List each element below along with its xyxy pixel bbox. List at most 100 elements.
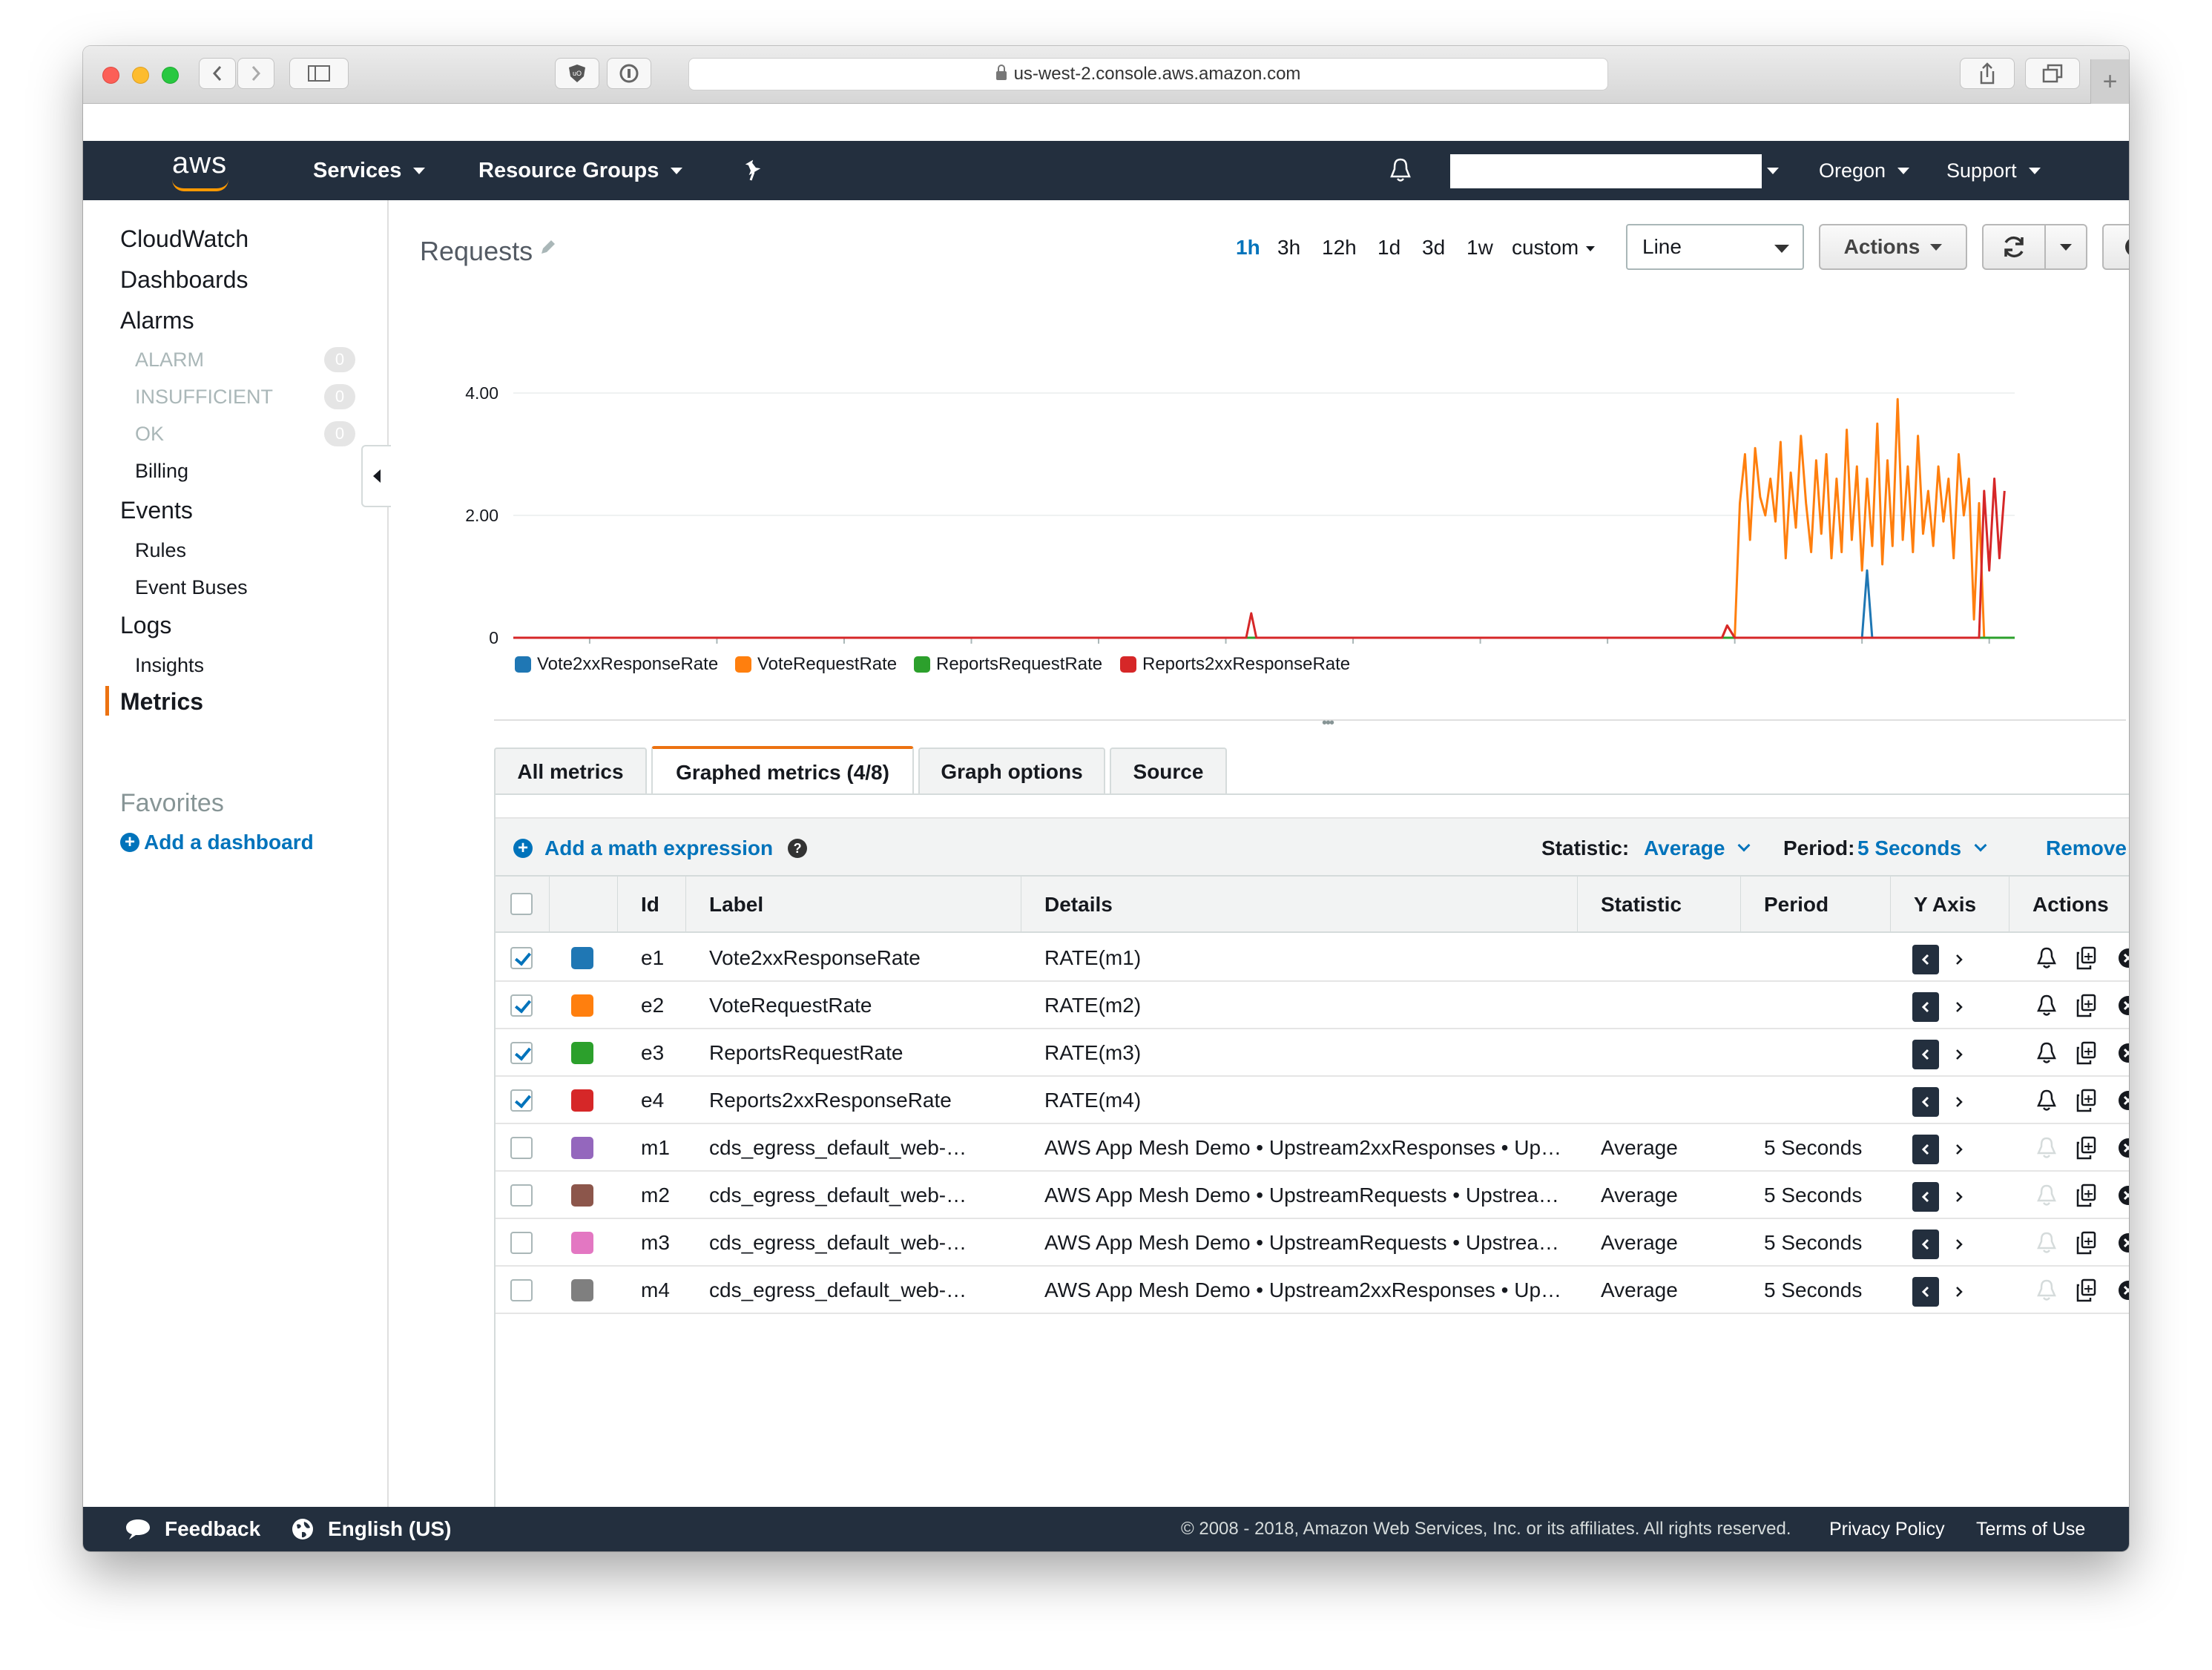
sidebar-item-insights[interactable]: Insights — [135, 654, 204, 677]
row-label[interactable]: Vote2xxResponseRate — [709, 934, 1006, 982]
row-label[interactable]: Reports2xxResponseRate — [709, 1077, 1006, 1124]
duplicate-button[interactable] — [2074, 945, 2099, 971]
row-id[interactable]: m2 — [641, 1172, 670, 1219]
sidebar-item-rules[interactable]: Rules — [135, 539, 186, 562]
create-alarm-button[interactable] — [2034, 1182, 2059, 1209]
table-row[interactable]: e3 ReportsRequestRate RATE(m3) — [496, 1029, 2129, 1077]
row-period[interactable]: 5 Seconds — [1764, 1172, 1862, 1219]
table-row[interactable]: m4 cds_egress_default_web-… AWS App Mesh D… — [496, 1267, 2129, 1314]
sidebar-item-events[interactable]: Events — [120, 497, 193, 524]
y-axis-left-button[interactable] — [1912, 1182, 1939, 1212]
select-all-checkbox[interactable] — [510, 893, 533, 915]
create-alarm-button[interactable] — [2034, 1087, 2059, 1114]
create-alarm-button[interactable] — [2034, 1135, 2059, 1161]
row-checkbox[interactable] — [510, 1042, 533, 1064]
y-axis-right-button[interactable] — [1953, 1046, 1965, 1063]
y-axis-left-button[interactable] — [1912, 1135, 1939, 1164]
row-period[interactable]: 5 Seconds — [1764, 1124, 1862, 1172]
duplicate-button[interactable] — [2074, 1182, 2099, 1209]
table-row[interactable]: e1 Vote2xxResponseRate RATE(m1) — [496, 934, 2129, 982]
y-axis-left-button[interactable] — [1912, 1040, 1939, 1069]
duplicate-button[interactable] — [2074, 1040, 2099, 1066]
ublock-extension-button[interactable]: uO — [555, 58, 599, 89]
tab-graph-options[interactable]: Graph options — [918, 747, 1105, 795]
tab-graphed-metrics[interactable]: Graphed metrics (4/8) — [651, 746, 914, 796]
series-color-swatch[interactable] — [571, 994, 593, 1017]
row-label[interactable]: cds_egress_default_web-… — [709, 1172, 1006, 1219]
address-bar[interactable]: us-west-2.console.aws.amazon.com — [688, 58, 1608, 90]
resource-groups-menu[interactable]: Resource Groups — [478, 141, 683, 200]
row-checkbox[interactable] — [510, 1089, 533, 1112]
row-checkbox[interactable] — [510, 1137, 533, 1159]
sidebar-item-billing[interactable]: Billing — [135, 460, 188, 483]
row-id[interactable]: m4 — [641, 1267, 670, 1314]
privacy-policy-link[interactable]: Privacy Policy — [1829, 1507, 1945, 1551]
legend-item[interactable]: ReportsRequestRate — [914, 654, 1102, 675]
row-id[interactable]: e3 — [641, 1029, 664, 1077]
column-header-statistic[interactable]: Statistic — [1601, 877, 1682, 933]
create-alarm-button[interactable] — [2034, 945, 2059, 971]
forward-button[interactable] — [237, 58, 274, 89]
duplicate-button[interactable] — [2074, 1277, 2099, 1304]
row-statistic[interactable]: Average — [1601, 1219, 1678, 1267]
y-axis-right-button[interactable] — [1953, 1188, 1965, 1206]
tabs-overview-button[interactable] — [2025, 58, 2080, 89]
password-extension-button[interactable] — [607, 58, 651, 89]
row-checkbox[interactable] — [510, 947, 533, 969]
column-header-id[interactable]: Id — [641, 877, 659, 933]
terms-of-use-link[interactable]: Terms of Use — [1976, 1507, 2085, 1551]
row-checkbox[interactable] — [510, 1279, 533, 1301]
account-dropdown-button[interactable] — [1767, 141, 1779, 200]
row-details[interactable]: RATE(m2) — [1044, 982, 1571, 1029]
zoom-window-button[interactable] — [162, 67, 179, 84]
duplicate-button[interactable] — [2074, 1230, 2099, 1256]
series-color-swatch[interactable] — [571, 1137, 593, 1159]
pin-button[interactable] — [742, 141, 764, 200]
row-label[interactable]: VoteRequestRate — [709, 982, 1006, 1029]
row-id[interactable]: m1 — [641, 1124, 670, 1172]
series-color-swatch[interactable] — [571, 1089, 593, 1112]
resize-divider[interactable] — [494, 719, 2126, 721]
remove-metric-button[interactable] — [2116, 1040, 2129, 1066]
y-axis-right-button[interactable] — [1953, 951, 1965, 968]
remove-metric-button[interactable] — [2116, 1182, 2129, 1209]
back-button[interactable] — [199, 58, 236, 89]
column-header-period[interactable]: Period — [1764, 877, 1828, 933]
row-details[interactable]: AWS App Mesh Demo • Upstream2xxResponses… — [1044, 1267, 1571, 1314]
row-period[interactable]: 5 Seconds — [1764, 1267, 1862, 1314]
account-field[interactable] — [1450, 154, 1762, 188]
y-axis-right-button[interactable] — [1953, 1141, 1965, 1158]
create-alarm-button[interactable] — [2034, 1277, 2059, 1304]
statistic-dropdown[interactable]: Average — [1644, 819, 1751, 878]
collapse-sidebar-button[interactable] — [361, 445, 391, 507]
legend-item[interactable]: Reports2xxResponseRate — [1120, 654, 1350, 675]
legend-item[interactable]: Vote2xxResponseRate — [515, 654, 718, 675]
duplicate-button[interactable] — [2074, 992, 2099, 1019]
row-id[interactable]: e1 — [641, 934, 664, 982]
y-axis-right-button[interactable] — [1953, 1235, 1965, 1253]
column-header-label[interactable]: Label — [709, 877, 763, 933]
question-icon[interactable]: ? — [788, 839, 808, 858]
row-details[interactable]: AWS App Mesh Demo • UpstreamRequests • U… — [1044, 1172, 1571, 1219]
sidebar-toggle-button[interactable] — [289, 58, 349, 89]
row-label[interactable]: ReportsRequestRate — [709, 1029, 1006, 1077]
row-label[interactable]: cds_egress_default_web-… — [709, 1267, 1006, 1314]
remove-all-button[interactable]: Remove all — [2046, 819, 2129, 878]
sidebar-item-event-buses[interactable]: Event Buses — [135, 576, 248, 599]
sidebar-item-ok[interactable]: OK — [135, 423, 164, 446]
create-alarm-button[interactable] — [2034, 1040, 2059, 1066]
add-math-expression-button[interactable]: + Add a math expression ? — [513, 819, 808, 878]
row-label[interactable]: cds_egress_default_web-… — [709, 1124, 1006, 1172]
region-menu[interactable]: Oregon — [1819, 141, 1910, 200]
tab-source[interactable]: Source — [1110, 747, 1227, 795]
close-window-button[interactable] — [102, 67, 119, 84]
feedback-button[interactable]: Feedback — [125, 1507, 260, 1551]
y-axis-left-button[interactable] — [1912, 1230, 1939, 1259]
series-color-swatch[interactable] — [571, 1232, 593, 1254]
row-details[interactable]: RATE(m1) — [1044, 934, 1571, 982]
language-selector[interactable]: English (US) — [291, 1507, 451, 1551]
column-header-details[interactable]: Details — [1044, 877, 1113, 933]
row-statistic[interactable]: Average — [1601, 1267, 1678, 1314]
y-axis-left-button[interactable] — [1912, 945, 1939, 974]
legend-item[interactable]: VoteRequestRate — [735, 654, 897, 675]
